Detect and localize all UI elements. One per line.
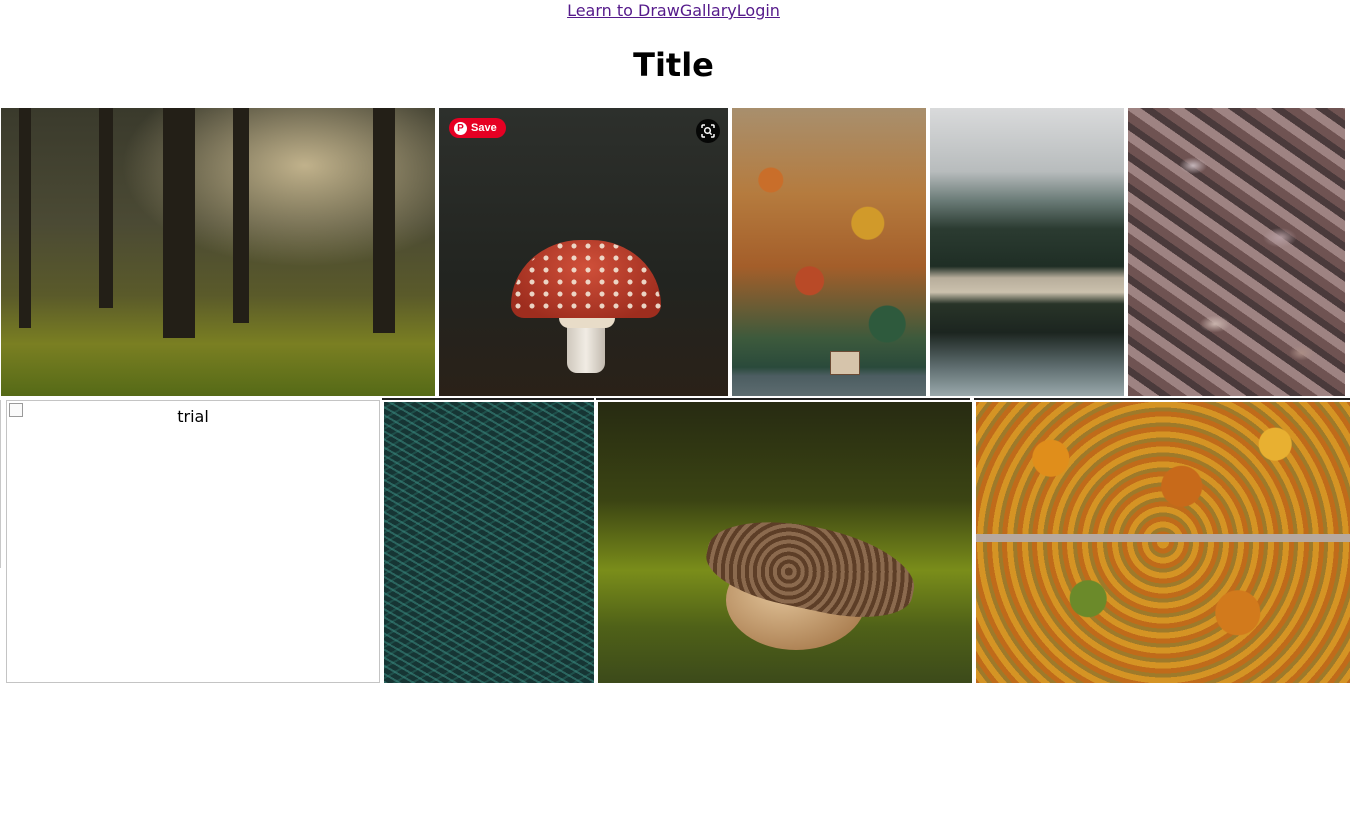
mushroom-cap-spots <box>511 240 661 310</box>
sunlit-forest-image[interactable] <box>1 108 435 396</box>
oak-leaves-image[interactable] <box>1128 108 1345 396</box>
acorn-image[interactable] <box>598 402 972 683</box>
nav-link-learn-to-draw[interactable]: Learn to Draw <box>567 1 680 20</box>
broken-image[interactable]: trial <box>6 400 380 683</box>
tree-trunk <box>233 108 249 323</box>
visual-search-icon <box>701 124 715 138</box>
nav-link-gallery[interactable]: Gallary <box>680 1 737 20</box>
autumn-hillside-image[interactable] <box>732 108 926 396</box>
aerial-autumn-forest-image[interactable] <box>976 402 1350 683</box>
pinterest-save-button[interactable]: P Save <box>449 118 506 138</box>
top-nav: Learn to DrawGallaryLogin <box>0 0 1347 22</box>
pine-branches-image[interactable] <box>384 402 594 683</box>
tree-trunk <box>163 108 195 338</box>
page: Learn to DrawGallaryLogin Title P Save t… <box>0 0 1351 823</box>
image-alt-text: trial <box>177 407 209 426</box>
row-separator <box>382 398 594 400</box>
tree-trunk <box>99 108 113 308</box>
tree-trunk <box>373 108 395 333</box>
page-title: Title <box>633 46 714 84</box>
tree-trunk <box>19 108 31 328</box>
left-edge-divider <box>0 400 1 568</box>
pinterest-icon: P <box>454 121 467 135</box>
visual-search-button[interactable] <box>696 119 720 143</box>
pinterest-save-label: Save <box>471 122 497 134</box>
lakeside-house <box>830 351 860 375</box>
misty-lake-image[interactable] <box>930 108 1124 396</box>
row-separator <box>974 398 1350 400</box>
row-separator <box>596 398 970 400</box>
nav-link-login[interactable]: Login <box>737 1 780 20</box>
red-mushroom-image[interactable]: P Save <box>439 108 728 396</box>
